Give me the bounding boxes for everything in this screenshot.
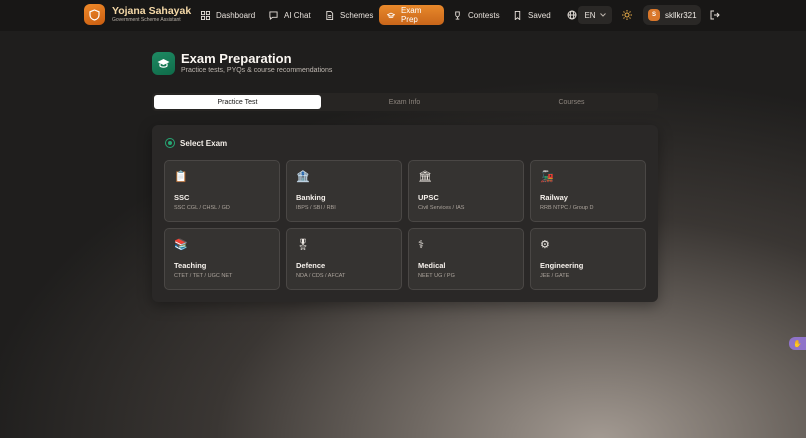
nav-exam-prep-label: Exam Prep bbox=[400, 6, 422, 24]
avatar: S bbox=[648, 9, 660, 21]
select-exam-title: Select Exam bbox=[180, 138, 228, 148]
exam-subtitle: IBPS / SBI / RBI bbox=[296, 205, 336, 211]
tab-courses[interactable]: Courses bbox=[488, 95, 655, 109]
exam-card-upsc[interactable]: 🏛 UPSC Civil Services / IAS bbox=[408, 160, 524, 222]
exam-subtitle: RRB NTPC / Group D bbox=[540, 205, 594, 211]
nav-contests[interactable]: Contests bbox=[447, 5, 506, 25]
exam-subtitle: JEE / GATE bbox=[540, 273, 570, 279]
grid-icon bbox=[201, 10, 210, 20]
exam-name: Defence bbox=[296, 261, 326, 270]
exam-card-banking[interactable]: 🏦 Banking IBPS / SBI / RBI bbox=[286, 160, 402, 222]
user-menu[interactable]: S skllkr321 bbox=[643, 5, 701, 25]
bookmark-icon bbox=[514, 10, 521, 20]
exam-subtitle: NEET UG / PG bbox=[418, 273, 455, 279]
language-select[interactable]: EN bbox=[578, 6, 612, 24]
tab-bar: Practice Test Exam Info Courses bbox=[152, 93, 658, 111]
nav-ai-chat[interactable]: AI Chat bbox=[263, 5, 317, 25]
document-icon bbox=[326, 10, 334, 20]
trophy-icon bbox=[455, 10, 460, 20]
stethoscope-icon: ⚕ bbox=[418, 239, 424, 251]
brand-title: Yojana Sahayak bbox=[112, 5, 192, 17]
exam-name: UPSC bbox=[418, 193, 439, 202]
exam-card-teaching[interactable]: 📚 Teaching CTET / TET / UGC NET bbox=[164, 228, 280, 290]
nav-dashboard-label: Dashboard bbox=[216, 10, 256, 20]
hand-icon: ✋ bbox=[793, 340, 802, 348]
select-exam-panel: Select Exam 📋 SSC SSC CGL / CHSL / GD 🏦 … bbox=[152, 125, 658, 302]
chat-icon bbox=[269, 10, 278, 20]
exam-subtitle: SSC CGL / CHSL / GD bbox=[174, 205, 230, 211]
exam-card-defence[interactable]: 🎖 Defence NDA / CDS / AFCAT bbox=[286, 228, 402, 290]
gear-icon: ⚙ bbox=[540, 239, 550, 251]
exam-name: Teaching bbox=[174, 261, 207, 270]
nav-schemes[interactable]: Schemes bbox=[319, 5, 379, 25]
exam-subtitle: CTET / TET / UGC NET bbox=[174, 273, 233, 279]
floating-helper-button[interactable]: ✋ bbox=[789, 337, 806, 350]
top-navbar: Yojana Sahayak Government Scheme Assista… bbox=[0, 0, 806, 31]
nav-schemes-label: Schemes bbox=[340, 10, 374, 20]
chevron-down-icon bbox=[599, 13, 606, 17]
brand[interactable]: Yojana Sahayak Government Scheme Assista… bbox=[84, 4, 191, 25]
shield-logo-icon bbox=[84, 4, 105, 25]
sun-icon[interactable] bbox=[622, 10, 632, 20]
page-title: Exam Preparation bbox=[181, 51, 292, 66]
exam-name: Engineering bbox=[540, 261, 584, 270]
exam-card-medical[interactable]: ⚕ Medical NEET UG / PG bbox=[408, 228, 524, 290]
nav-exam-prep[interactable]: Exam Prep bbox=[379, 5, 444, 25]
select-exam-header: Select Exam bbox=[165, 138, 227, 148]
exam-subtitle: NDA / CDS / AFCAT bbox=[296, 273, 346, 279]
classical-building-icon: 🏛 bbox=[418, 171, 432, 183]
exam-name: Medical bbox=[418, 261, 446, 270]
brand-subtitle: Government Scheme Assistant bbox=[112, 17, 181, 23]
target-icon bbox=[165, 138, 175, 148]
train-icon: 🚂 bbox=[540, 171, 554, 183]
exam-subtitle: Civil Services / IAS bbox=[418, 205, 465, 211]
exam-name: SSC bbox=[174, 193, 190, 202]
bank-icon: 🏦 bbox=[296, 171, 310, 183]
tab-practice-test[interactable]: Practice Test bbox=[154, 95, 321, 109]
exam-card-railway[interactable]: 🚂 Railway RRB NTPC / Group D bbox=[530, 160, 646, 222]
nav-dashboard[interactable]: Dashboard bbox=[195, 5, 261, 25]
exam-card-ssc[interactable]: 📋 SSC SSC CGL / CHSL / GD bbox=[164, 160, 280, 222]
exam-name: Banking bbox=[296, 193, 326, 202]
nav-ai-chat-label: AI Chat bbox=[284, 10, 311, 20]
logout-icon[interactable] bbox=[710, 10, 720, 20]
nav-contests-label: Contests bbox=[468, 10, 500, 20]
user-name: skllkr321 bbox=[665, 10, 697, 20]
exam-name: Railway bbox=[540, 193, 568, 202]
graduation-cap-icon bbox=[387, 12, 395, 18]
language-value: EN bbox=[584, 10, 596, 20]
page-subtitle: Practice tests, PYQs & course recommenda… bbox=[181, 67, 333, 74]
books-icon: 📚 bbox=[174, 239, 188, 251]
graduation-cap-icon bbox=[152, 52, 175, 75]
globe-icon[interactable] bbox=[567, 10, 577, 20]
tab-exam-info[interactable]: Exam Info bbox=[321, 95, 488, 109]
exam-card-engineering[interactable]: ⚙ Engineering JEE / GATE bbox=[530, 228, 646, 290]
clipboard-icon: 📋 bbox=[174, 171, 188, 183]
nav-saved[interactable]: Saved bbox=[507, 5, 557, 25]
medal-icon: 🎖 bbox=[296, 239, 310, 251]
nav-saved-label: Saved bbox=[528, 10, 551, 20]
